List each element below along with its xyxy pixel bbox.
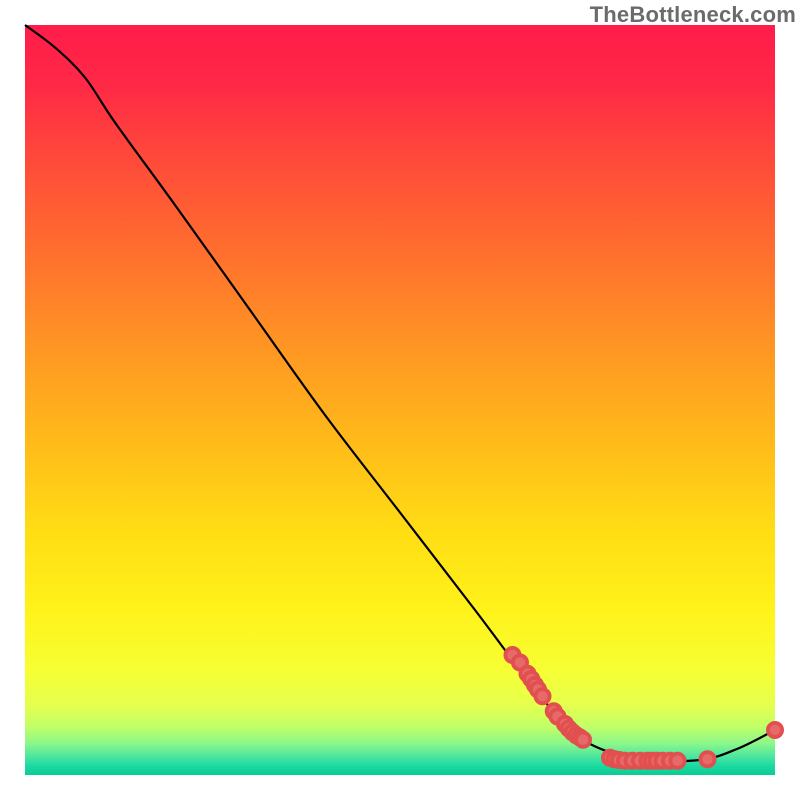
data-point bbox=[768, 723, 782, 737]
data-point bbox=[670, 754, 684, 768]
curve-layer bbox=[25, 25, 775, 775]
bottleneck-curve bbox=[25, 25, 775, 761]
scatter-points bbox=[505, 648, 782, 768]
chart-container: TheBottleneck.com bbox=[0, 0, 800, 800]
plot-area bbox=[25, 25, 775, 775]
data-point bbox=[700, 752, 714, 766]
data-point bbox=[535, 689, 549, 703]
data-point bbox=[576, 733, 590, 747]
